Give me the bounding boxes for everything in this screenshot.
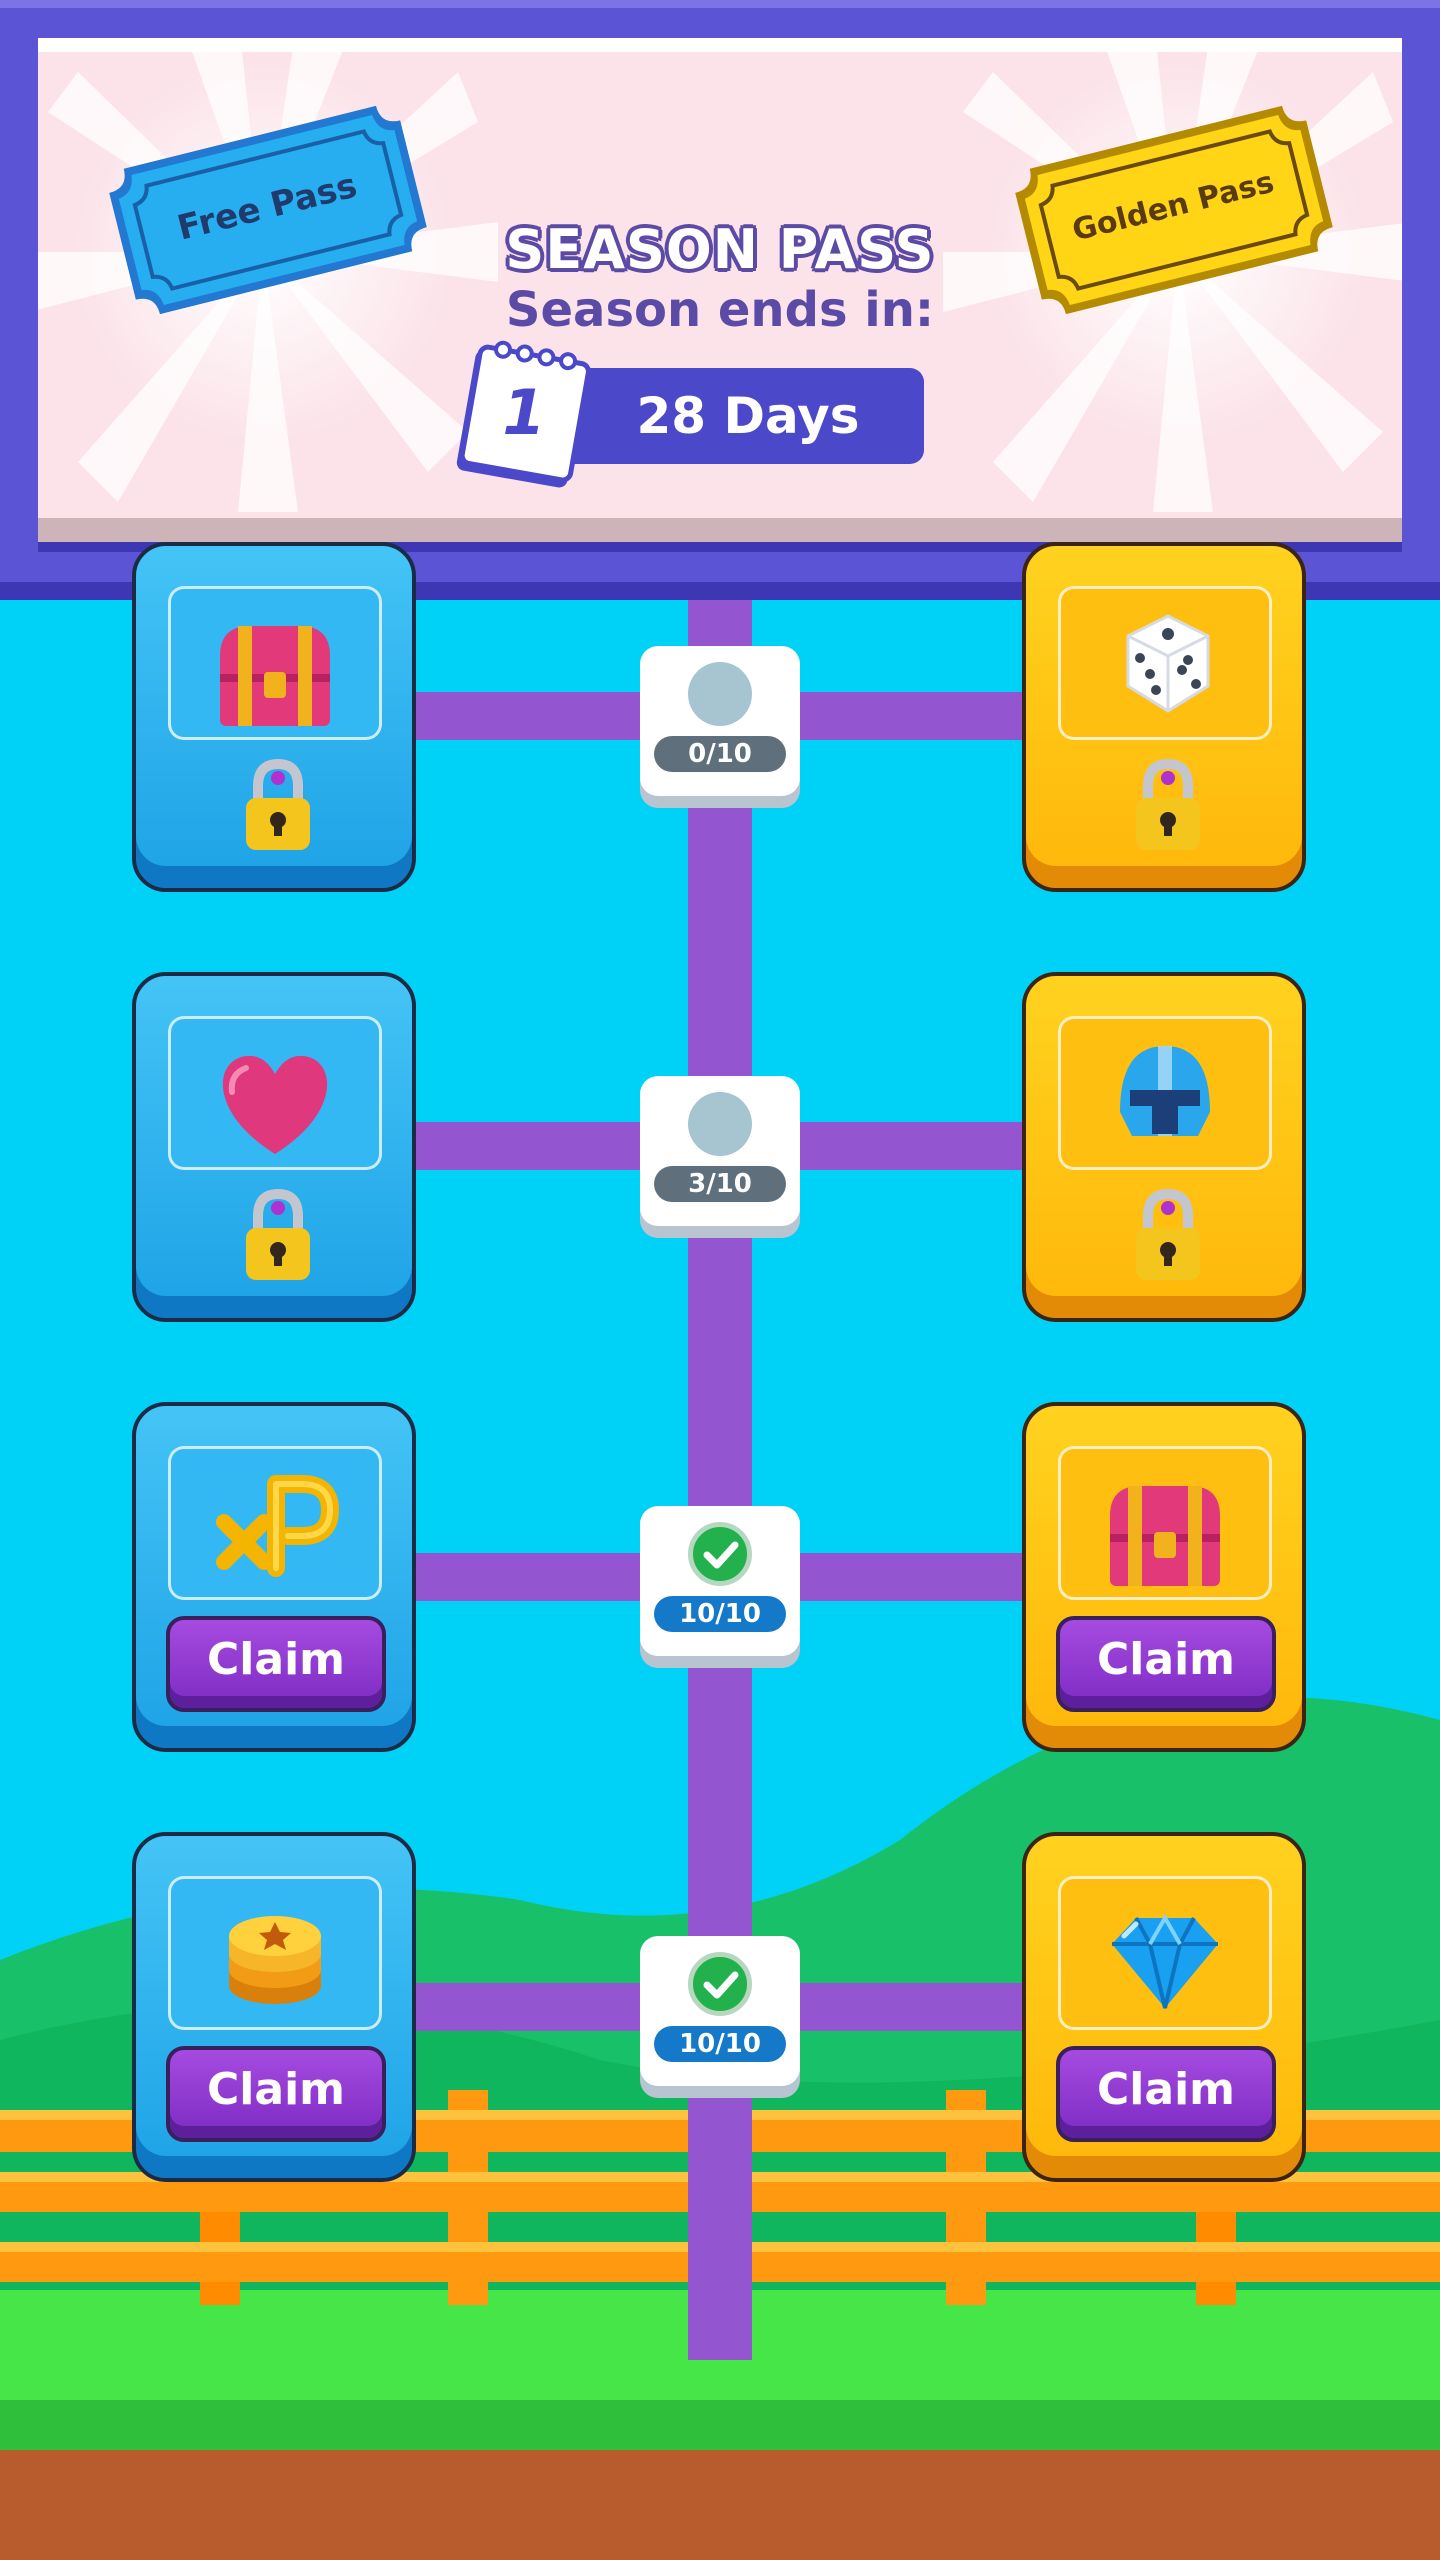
milestone-status-icon bbox=[688, 1092, 752, 1156]
days-remaining-badge: 28 Days bbox=[548, 368, 924, 464]
lock-icon bbox=[246, 758, 310, 850]
page-title: SEASON PASS bbox=[505, 218, 935, 281]
progress-track bbox=[688, 600, 752, 2360]
claim-button[interactable]: Claim bbox=[1056, 2046, 1276, 2142]
milestone-marker-tier-1: 0/10 bbox=[640, 646, 800, 796]
diamond-icon bbox=[1112, 1913, 1218, 2009]
checkmark-icon bbox=[688, 1952, 752, 2016]
golden-reward-card-tier-3[interactable]: Claim bbox=[1022, 1402, 1306, 1752]
free-reward-card-tier-1[interactable] bbox=[132, 542, 416, 892]
days-remaining-text: 28 Days bbox=[636, 387, 860, 445]
free-reward-card-tier-4[interactable]: Claim bbox=[132, 1832, 416, 2182]
header-panel-shadow bbox=[38, 518, 1402, 542]
milestone-progress: 10/10 bbox=[654, 2026, 786, 2062]
lock-icon bbox=[1136, 1188, 1200, 1280]
coin-stack-icon bbox=[229, 1916, 321, 2004]
golden-reward-card-tier-2[interactable] bbox=[1022, 972, 1306, 1322]
calendar-day: 1 bbox=[502, 376, 546, 449]
treasure-chest-icon bbox=[220, 626, 330, 726]
helmet-icon bbox=[1120, 1046, 1210, 1136]
golden-reward-card-tier-1[interactable] bbox=[1022, 542, 1306, 892]
heart-icon bbox=[222, 1055, 328, 1154]
milestone-marker-tier-2: 3/10 bbox=[640, 1076, 800, 1226]
free-reward-card-tier-2[interactable] bbox=[132, 972, 416, 1322]
checkmark-icon bbox=[688, 1522, 752, 1586]
claim-button[interactable]: Claim bbox=[166, 1616, 386, 1712]
treasure-chest-icon bbox=[1110, 1486, 1220, 1586]
free-reward-card-tier-3[interactable]: Claim bbox=[132, 1402, 416, 1752]
claim-button[interactable]: Claim bbox=[166, 2046, 386, 2142]
xp-icon bbox=[216, 1475, 339, 1577]
milestone-marker-tier-3: 10/10 bbox=[640, 1506, 800, 1656]
lock-icon bbox=[1136, 758, 1200, 850]
calendar-icon: 1 bbox=[452, 340, 592, 490]
claim-button[interactable]: Claim bbox=[1056, 1616, 1276, 1712]
golden-reward-card-tier-4[interactable]: Claim bbox=[1022, 1832, 1306, 2182]
milestone-marker-tier-4: 10/10 bbox=[640, 1936, 800, 2086]
milestone-progress: 3/10 bbox=[654, 1166, 786, 1202]
season-ends-label: Season ends in: bbox=[505, 282, 935, 338]
milestone-progress: 10/10 bbox=[654, 1596, 786, 1632]
dice-icon bbox=[1126, 614, 1210, 713]
lock-icon bbox=[246, 1188, 310, 1280]
milestone-progress: 0/10 bbox=[654, 736, 786, 772]
milestone-status-icon bbox=[688, 662, 752, 726]
